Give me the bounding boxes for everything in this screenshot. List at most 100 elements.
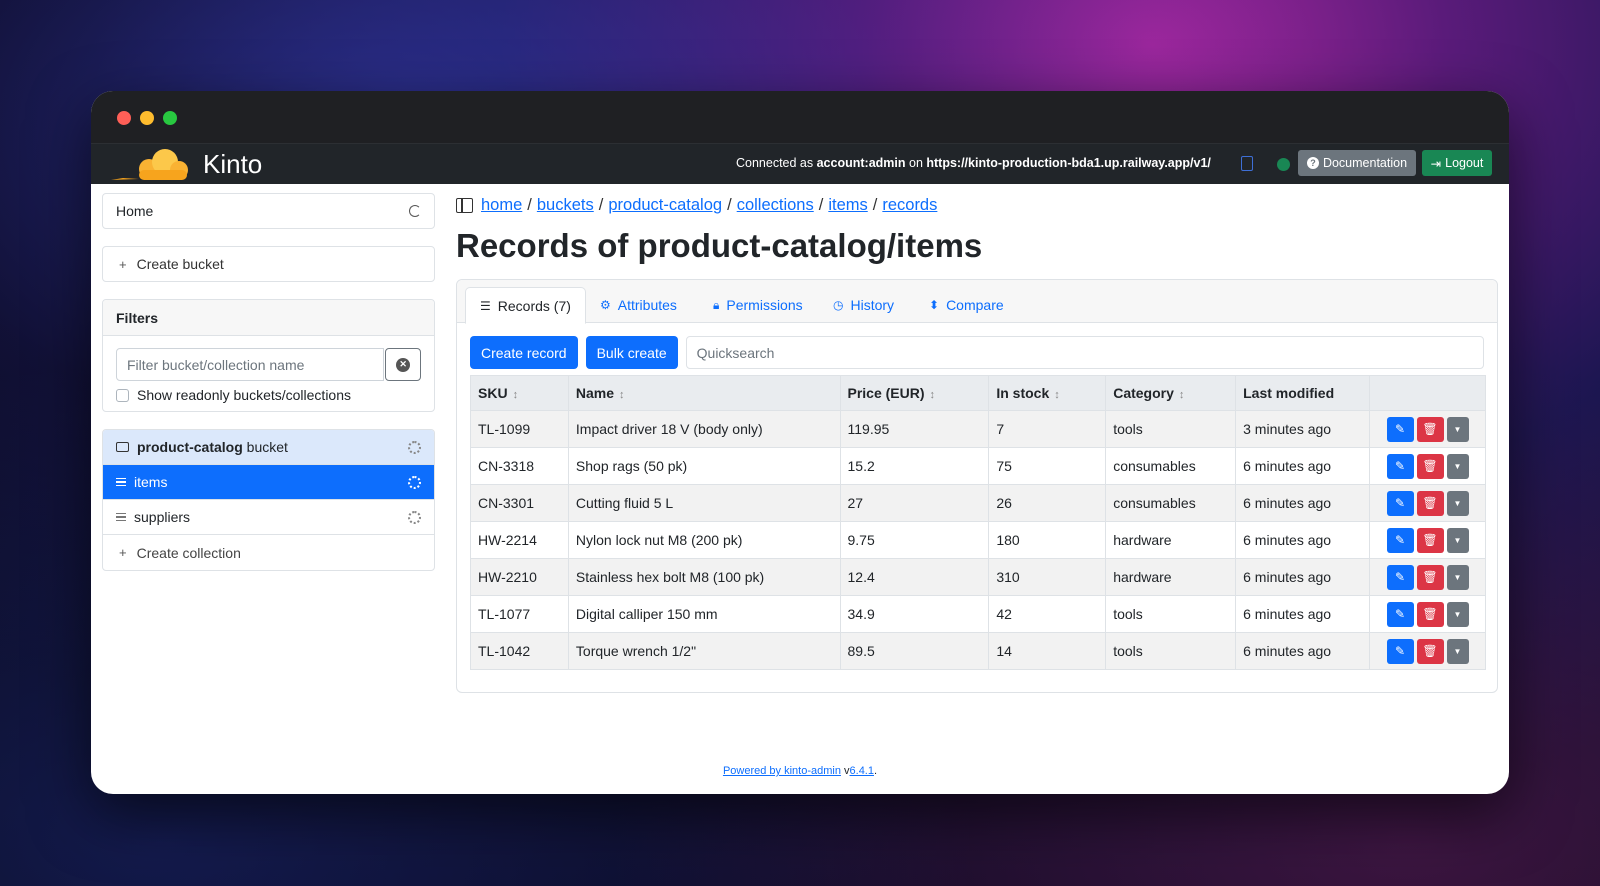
column-header-last-modified[interactable]: Last modified <box>1235 375 1370 411</box>
logout-button[interactable]: ⇥ Logout <box>1422 150 1492 176</box>
delete-record-button[interactable]: 🗑︎ <box>1416 564 1444 590</box>
connected-prefix: Connected as <box>736 156 817 170</box>
more-actions-dropdown[interactable]: ▼ <box>1446 416 1469 442</box>
tab-label: Permissions <box>726 297 803 313</box>
edit-record-button[interactable]: ✎ <box>1386 527 1414 553</box>
column-header-sku[interactable]: SKU ↕ <box>470 375 569 411</box>
collection-settings-gear-icon[interactable] <box>408 510 421 524</box>
breadcrumb-home[interactable]: home <box>481 196 522 215</box>
edit-record-button[interactable]: ✎ <box>1386 601 1414 627</box>
breadcrumb-records[interactable]: records <box>882 196 937 215</box>
table-row[interactable]: TL-1077 Digital calliper 150 mm 34.9 42 tool… <box>470 595 1486 633</box>
create-record-button[interactable]: Create record <box>470 336 578 369</box>
create-collection-button[interactable]: + Create collection <box>103 535 434 570</box>
table-cell: hardware <box>1105 521 1237 559</box>
trash-icon: 🗑︎ <box>1422 533 1438 547</box>
delete-record-button[interactable]: 🗑︎ <box>1416 638 1444 664</box>
column-header-in-stock[interactable]: In stock ↕ <box>988 375 1107 411</box>
pencil-icon: ✎ <box>1394 422 1406 436</box>
more-actions-dropdown[interactable]: ▼ <box>1446 564 1469 590</box>
delete-record-button[interactable]: 🗑︎ <box>1416 527 1444 553</box>
edit-record-button[interactable]: ✎ <box>1386 564 1414 590</box>
tab-permissions[interactable]: 🔒︎ Permissions <box>713 287 803 323</box>
row-actions: ✎ 🗑︎ ▼ <box>1369 410 1486 448</box>
clear-filter-button[interactable]: ✕ <box>385 348 421 381</box>
tab-history[interactable]: ◷ History <box>833 287 894 323</box>
filters-title: Filters <box>103 300 434 336</box>
question-icon: ? <box>1306 157 1319 169</box>
brand-name[interactable]: Kinto <box>203 149 262 180</box>
more-actions-dropdown[interactable]: ▼ <box>1446 638 1469 664</box>
powered-by-link[interactable]: Powered by kinto-admin <box>723 765 841 777</box>
show-readonly-label[interactable]: Show readonly buckets/collections <box>137 387 351 403</box>
caret-down-icon: ▼ <box>1453 461 1462 471</box>
more-actions-dropdown[interactable]: ▼ <box>1446 490 1469 516</box>
connection-info: Connected as account:admin on https://ki… <box>736 156 1211 170</box>
clipboard-icon[interactable] <box>1241 156 1253 171</box>
more-actions-dropdown[interactable]: ▼ <box>1446 527 1469 553</box>
kinto-logo[interactable] <box>109 146 189 182</box>
delete-record-button[interactable]: 🗑︎ <box>1416 416 1444 442</box>
compare-icon: ⬍ <box>929 298 940 312</box>
table-row[interactable]: CN-3301 Cutting fluid 5 L 27 26 consumables 6… <box>470 484 1486 522</box>
bulk-create-button[interactable]: Bulk create <box>585 336 678 369</box>
sidebar-item-items[interactable]: items <box>103 465 434 500</box>
table-row[interactable]: TL-1099 Impact driver 18 V (body only) 119… <box>470 410 1486 448</box>
sidebar-home[interactable]: Home <box>102 193 435 229</box>
breadcrumb-collections[interactable]: collections <box>737 196 814 215</box>
tab-attributes[interactable]: ⚙ Attributes <box>600 287 677 323</box>
column-header-category[interactable]: Category ↕ <box>1105 375 1237 411</box>
column-header-price[interactable]: Price (EUR) ↕ <box>839 375 990 411</box>
sort-icon[interactable]: ↕ <box>1054 389 1060 401</box>
more-actions-dropdown[interactable]: ▼ <box>1446 453 1469 479</box>
sort-icon[interactable]: ↕ <box>513 389 519 401</box>
edit-record-button[interactable]: ✎ <box>1386 490 1414 516</box>
table-cell: 310 <box>988 558 1107 596</box>
more-actions-dropdown[interactable]: ▼ <box>1446 601 1469 627</box>
edit-record-button[interactable]: ✎ <box>1386 638 1414 664</box>
delete-record-button[interactable]: 🗑︎ <box>1416 490 1444 516</box>
filter-input[interactable]: Filter bucket/collection name <box>116 348 385 381</box>
edit-record-button[interactable]: ✎ <box>1386 416 1414 442</box>
tab-records[interactable]: ☰ Records (7) <box>465 287 586 324</box>
column-header-name[interactable]: Name ↕ <box>567 375 841 411</box>
breadcrumb-bucket[interactable]: product-catalog <box>608 196 722 215</box>
close-window-button[interactable] <box>117 111 131 125</box>
breadcrumb-buckets[interactable]: buckets <box>537 196 594 215</box>
browser-window: Kinto Connected as account:admin on http… <box>91 91 1509 794</box>
edit-record-button[interactable]: ✎ <box>1386 453 1414 479</box>
sort-icon[interactable]: ↕ <box>1179 389 1185 401</box>
table-row[interactable]: HW-2210 Stainless hex bolt M8 (100 pk) 12.… <box>470 558 1486 596</box>
pencil-icon: ✎ <box>1394 459 1406 473</box>
tab-compare[interactable]: ⬍ Compare <box>929 287 1004 323</box>
row-actions: ✎ 🗑︎ ▼ <box>1369 521 1486 559</box>
table-row[interactable]: TL-1042 Torque wrench 1/2" 89.5 14 tools 6 mi… <box>470 632 1486 670</box>
table-cell: tools <box>1105 410 1237 448</box>
delete-record-button[interactable]: 🗑︎ <box>1416 453 1444 479</box>
table-row[interactable]: CN-3318 Shop rags (50 pk) 15.2 75 consumable… <box>470 447 1486 485</box>
tab-bar: ☰ Records (7) ⚙ Attributes 🔒︎ Permission… <box>457 280 1497 324</box>
delete-record-button[interactable]: 🗑︎ <box>1416 601 1444 627</box>
bucket-item[interactable]: product-catalog bucket <box>103 430 434 465</box>
version-link[interactable]: 6.4.1 <box>850 765 874 777</box>
breadcrumb-collection[interactable]: items <box>828 196 867 215</box>
sort-icon[interactable]: ↕ <box>930 389 936 401</box>
quicksearch-input[interactable]: Quicksearch <box>685 336 1484 369</box>
sidebar-toggle-icon[interactable] <box>456 197 473 213</box>
table-row[interactable]: HW-2214 Nylon lock nut M8 (200 pk) 9.75 180… <box>470 521 1486 559</box>
maximize-window-button[interactable] <box>163 111 177 125</box>
sidebar-item-suppliers[interactable]: suppliers <box>103 500 434 535</box>
table-cell: HW-2210 <box>470 558 569 596</box>
collection-settings-gear-icon[interactable] <box>408 475 421 489</box>
on-text: on <box>905 156 927 170</box>
table-cell: TL-1077 <box>470 595 569 633</box>
documentation-button[interactable]: ? Documentation <box>1298 150 1416 176</box>
table-cell: 75 <box>988 447 1107 485</box>
minimize-window-button[interactable] <box>140 111 154 125</box>
bucket-settings-gear-icon[interactable] <box>408 440 421 454</box>
show-readonly-checkbox[interactable] <box>116 388 129 402</box>
create-bucket-button[interactable]: + Create bucket <box>102 246 435 282</box>
refresh-icon[interactable] <box>409 205 421 217</box>
sort-icon[interactable]: ↕ <box>619 389 625 401</box>
table-cell: CN-3318 <box>470 447 569 485</box>
